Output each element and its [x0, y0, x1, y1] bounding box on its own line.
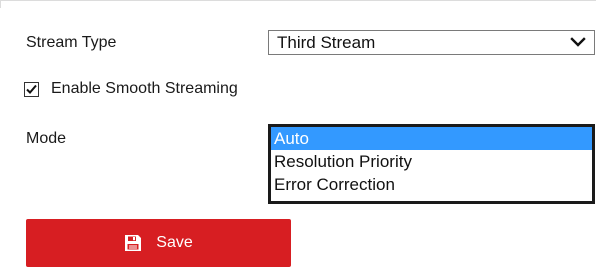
mode-option-resolution-priority[interactable]: Resolution Priority: [271, 150, 592, 173]
mode-option-error-correction[interactable]: Error Correction: [271, 173, 592, 196]
save-button[interactable]: Save: [26, 219, 291, 267]
floppy-disk-icon: [125, 235, 142, 251]
smooth-streaming-checkbox[interactable]: [24, 81, 39, 97]
stream-type-value: Third Stream: [277, 33, 376, 52]
mode-label: Mode: [26, 130, 67, 147]
mode-option-auto[interactable]: Auto: [271, 127, 592, 150]
stream-type-label: Stream Type: [26, 34, 117, 51]
smooth-streaming-row: Enable Smooth Streaming: [24, 79, 238, 99]
panel-border: [0, 0, 596, 8]
stream-type-select[interactable]: Third Stream: [268, 30, 595, 55]
checkmark-icon: [26, 84, 37, 94]
chevron-down-icon: [570, 37, 586, 47]
save-label: Save: [156, 234, 193, 251]
mode-listbox[interactable]: Auto Resolution Priority Error Correctio…: [268, 124, 595, 204]
smooth-streaming-label[interactable]: Enable Smooth Streaming: [51, 79, 238, 99]
